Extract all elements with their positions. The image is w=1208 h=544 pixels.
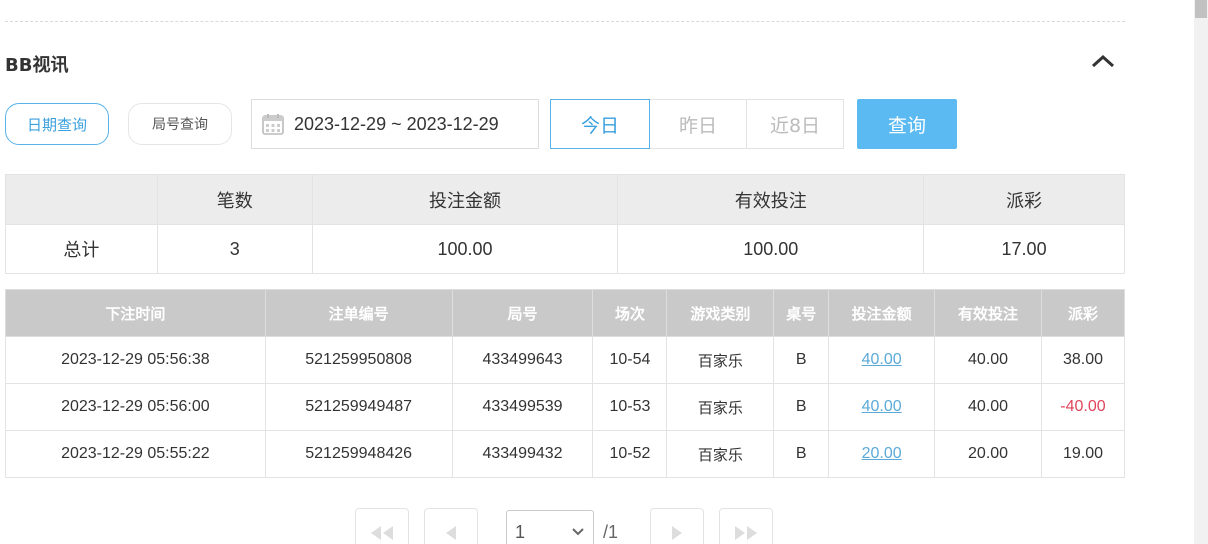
session: 10-52 xyxy=(592,430,668,478)
next-page-button[interactable] xyxy=(650,508,704,544)
chevron-right-icon xyxy=(672,526,682,540)
scrollbar[interactable] xyxy=(1194,0,1208,544)
bet-time: 2023-12-29 05:56:00 xyxy=(5,383,266,431)
table-no: B xyxy=(773,383,830,431)
bet-amount-link[interactable]: 40.00 xyxy=(862,398,902,415)
quick-range-group: 今日 昨日 近8日 xyxy=(550,99,844,149)
calendar-icon xyxy=(262,113,284,135)
header-session: 场次 xyxy=(592,289,668,337)
round-id: 433499643 xyxy=(451,336,594,384)
header-round-id: 局号 xyxy=(451,289,594,337)
chevron-down-icon xyxy=(572,528,584,536)
query-button[interactable]: 查询 xyxy=(857,99,957,149)
session: 10-53 xyxy=(592,383,668,431)
quick-range-last-8-days[interactable]: 近8日 xyxy=(746,99,844,149)
valid-bet: 20.00 xyxy=(934,430,1042,478)
bet-amount-cell: 40.00 xyxy=(828,336,936,384)
scrollbar-thumb[interactable] xyxy=(1195,0,1207,18)
bet-detail-table: 下注时间 注单编号 局号 场次 游戏类别 桌号 投注金额 有效投注 派彩 202… xyxy=(5,289,1126,478)
table-row: 2023-12-29 05:56:00 521259949487 4334995… xyxy=(5,383,1126,431)
summary-bet-amount: 100.00 xyxy=(311,224,619,274)
page-total: /1 xyxy=(603,522,619,542)
header-game-type: 游戏类别 xyxy=(666,289,775,337)
table-row: 2023-12-29 05:56:38 521259950808 4334996… xyxy=(5,336,1126,384)
valid-bet: 40.00 xyxy=(934,383,1042,431)
summary-count: 3 xyxy=(156,224,313,274)
summary-payout: 17.00 xyxy=(923,224,1125,274)
section-title: BB视讯 xyxy=(5,55,69,76)
valid-bet: 40.00 xyxy=(934,336,1042,384)
summary-header-valid-bet: 有效投注 xyxy=(617,174,925,225)
bet-id: 521259950808 xyxy=(264,336,453,384)
summary-header-payout: 派彩 xyxy=(923,174,1125,225)
date-query-tab[interactable]: 日期查询 xyxy=(5,103,109,145)
header-bet-id: 注单编号 xyxy=(264,289,453,337)
game-type: 百家乐 xyxy=(666,336,775,384)
summary-table: 笔数 投注金额 有效投注 派彩 总计 3 100.00 100.00 17.00 xyxy=(5,174,1125,274)
summary-header-count: 笔数 xyxy=(156,174,313,225)
detail-header-row: 下注时间 注单编号 局号 场次 游戏类别 桌号 投注金额 有效投注 派彩 xyxy=(5,289,1126,337)
summary-total-label: 总计 xyxy=(5,224,158,274)
top-divider xyxy=(5,21,1125,22)
header-valid-bet: 有效投注 xyxy=(934,289,1042,337)
header-bet-time: 下注时间 xyxy=(5,289,266,337)
last-page-button[interactable] xyxy=(719,508,773,544)
round-query-tab[interactable]: 局号查询 xyxy=(128,103,232,145)
header-table-no: 桌号 xyxy=(773,289,830,337)
prev-page-button[interactable] xyxy=(424,508,478,544)
summary-total-row: 总计 3 100.00 100.00 17.00 xyxy=(5,224,1125,274)
summary-header-row: 笔数 投注金额 有效投注 派彩 xyxy=(5,174,1125,225)
round-id: 433499432 xyxy=(451,430,594,478)
page-select[interactable]: 1 xyxy=(506,510,594,544)
bet-amount-cell: 40.00 xyxy=(828,383,936,431)
bb-live-page: BB视讯 日期查询 局号查询 2023-12-29 ~ 2023-12-29 今… xyxy=(0,0,1208,544)
page-select-value: 1 xyxy=(515,521,526,542)
bet-amount-link[interactable]: 20.00 xyxy=(862,445,902,462)
header-bet-amount: 投注金额 xyxy=(828,289,936,337)
game-type: 百家乐 xyxy=(666,383,775,431)
bet-amount-link[interactable]: 40.00 xyxy=(862,351,902,368)
bet-time: 2023-12-29 05:56:38 xyxy=(5,336,266,384)
round-id: 433499539 xyxy=(451,383,594,431)
bet-id: 521259949487 xyxy=(264,383,453,431)
double-chevron-left-icon xyxy=(371,526,393,540)
collapse-toggle[interactable] xyxy=(1088,48,1118,74)
quick-range-yesterday[interactable]: 昨日 xyxy=(649,99,747,149)
summary-header-bet-amount: 投注金额 xyxy=(311,174,619,225)
game-type: 百家乐 xyxy=(666,430,775,478)
date-range-input[interactable]: 2023-12-29 ~ 2023-12-29 xyxy=(251,99,539,149)
double-chevron-right-icon xyxy=(735,526,757,540)
table-no: B xyxy=(773,336,830,384)
chevron-up-icon xyxy=(1091,54,1115,68)
table-row: 2023-12-29 05:55:22 521259948426 4334994… xyxy=(5,430,1126,478)
payout: 19.00 xyxy=(1040,430,1126,478)
header-payout: 派彩 xyxy=(1040,289,1126,337)
date-range-value: 2023-12-29 ~ 2023-12-29 xyxy=(294,113,499,134)
summary-header-blank xyxy=(5,174,158,225)
chevron-left-icon xyxy=(446,526,456,540)
payout: -40.00 xyxy=(1040,383,1126,431)
session: 10-54 xyxy=(592,336,668,384)
quick-range-today[interactable]: 今日 xyxy=(550,99,650,149)
summary-valid-bet: 100.00 xyxy=(617,224,925,274)
bet-time: 2023-12-29 05:55:22 xyxy=(5,430,266,478)
first-page-button[interactable] xyxy=(355,508,409,544)
bet-amount-cell: 20.00 xyxy=(828,430,936,478)
bet-id: 521259948426 xyxy=(264,430,453,478)
payout: 38.00 xyxy=(1040,336,1126,384)
table-no: B xyxy=(773,430,830,478)
